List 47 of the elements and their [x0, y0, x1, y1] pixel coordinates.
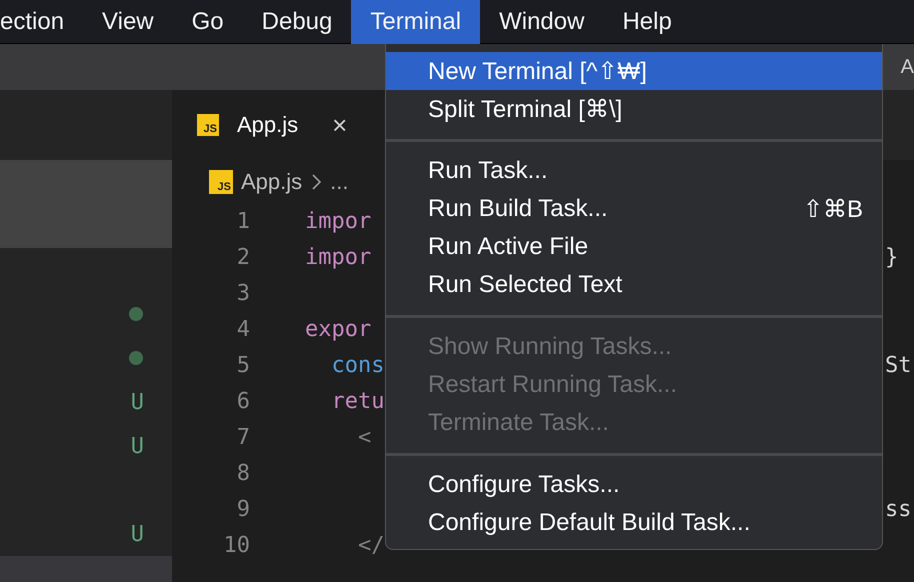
menu-item[interactable]: Configure Default Build Task... [386, 504, 882, 542]
breadcrumb-item[interactable]: ... [330, 168, 348, 194]
menu-bar-item[interactable]: Window [480, 0, 604, 44]
menu-item[interactable]: Run Selected Text [386, 266, 882, 304]
js-file-icon: JS [197, 114, 219, 136]
menu-bar-item[interactable]: ection [0, 0, 84, 44]
code-text: } [885, 244, 898, 270]
sidebar-item[interactable] [0, 204, 172, 248]
code-text: cons [330, 352, 384, 378]
shortcut-text: ⇧⌘B [802, 194, 863, 224]
menu-item[interactable]: New Terminal [^⇧₩] [386, 52, 882, 90]
menu-bar-item[interactable]: Help [603, 0, 691, 44]
code-text: retu [330, 388, 384, 414]
sidebar-item[interactable] [0, 160, 172, 204]
chevron-icon [310, 172, 322, 190]
breadcrumb-item[interactable]: App.js [241, 168, 302, 194]
status-letter: U [130, 434, 144, 458]
menu-item[interactable]: Configure Tasks... [386, 466, 882, 504]
line-number: 5 [236, 352, 250, 378]
menu-bar-item[interactable]: Debug [242, 0, 352, 44]
line-number: 4 [236, 316, 250, 342]
js-file-icon: JS [209, 170, 233, 194]
line-number: 6 [236, 388, 250, 414]
tab-label: App.js [237, 112, 298, 138]
line-number: 1 [236, 208, 250, 234]
menu-item[interactable]: Run Active File [386, 228, 882, 266]
code-text: ss [885, 496, 912, 522]
code-text: < [356, 424, 372, 450]
code-text: impor [305, 244, 372, 270]
line-number: 9 [236, 496, 250, 522]
status-letter: U [130, 522, 144, 546]
code-text: </ [356, 532, 384, 558]
window-title: A [900, 56, 914, 78]
line-number: 10 [222, 532, 250, 558]
menu-bar-item[interactable]: View [83, 0, 173, 44]
code-text: expor [305, 316, 372, 342]
status-letter: U [130, 390, 144, 414]
close-icon[interactable]: × [332, 110, 348, 140]
menu-bar-item[interactable]: Terminal [351, 0, 480, 44]
line-number: 3 [236, 280, 250, 306]
line-number: 8 [236, 460, 250, 486]
code-text: impor [305, 208, 372, 234]
code-text: St [885, 352, 912, 378]
line-number: 7 [236, 424, 250, 450]
menu-item[interactable]: Run Build Task... ⇧⌘B [386, 190, 882, 228]
menu-bar-item[interactable]: Go [172, 0, 243, 44]
line-number: 2 [236, 244, 250, 270]
